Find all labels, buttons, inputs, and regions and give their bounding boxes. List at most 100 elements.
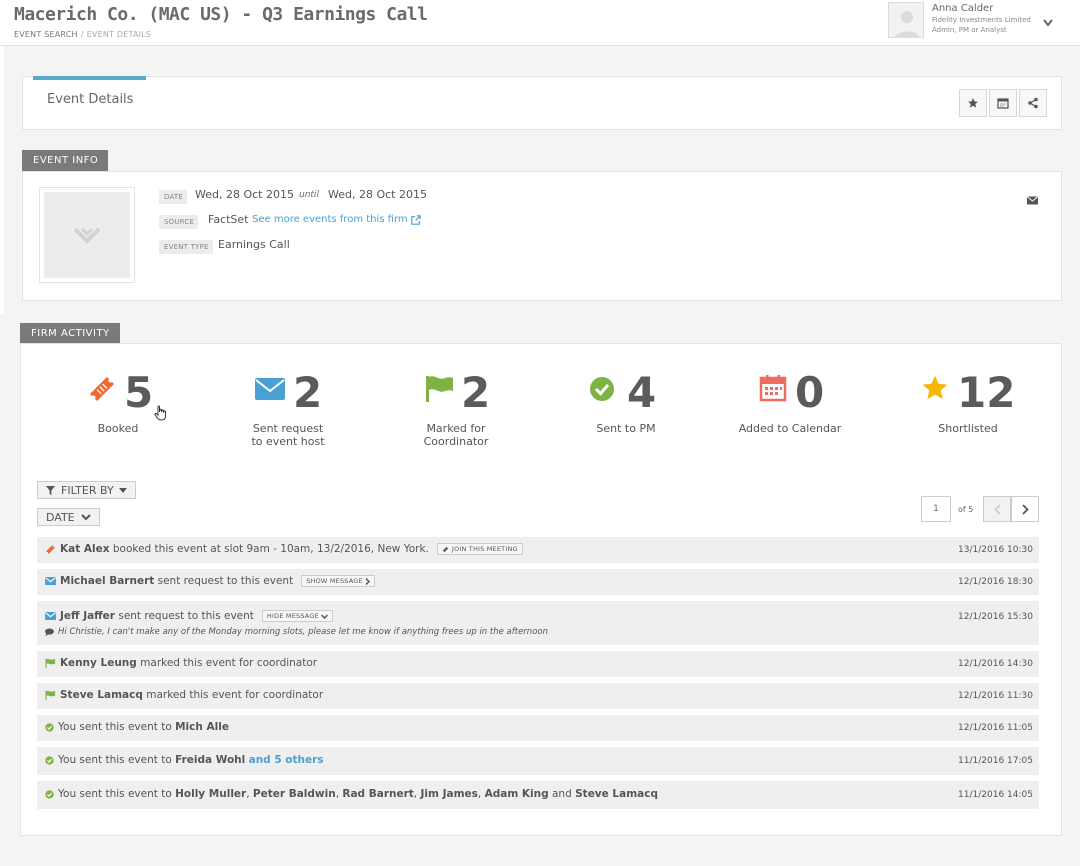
event-date-start: Wed, 28 Oct 2015 <box>195 188 294 201</box>
stat-shortlisted[interactable]: 12 Shortlisted <box>893 368 1043 452</box>
breadcrumb-current: EVENT DETAILS <box>86 30 152 39</box>
user-org: Fidelity Investments Limited <box>932 16 1031 24</box>
envelope-icon <box>45 612 56 620</box>
date-label: DATE <box>159 190 188 204</box>
chevron-down-icon <box>80 513 91 520</box>
flag-icon <box>45 690 56 700</box>
share-button[interactable] <box>1019 89 1047 117</box>
star-icon <box>921 374 949 406</box>
activity-user-name[interactable]: Jim James <box>420 788 477 800</box>
share-icon <box>1028 97 1038 109</box>
activity-user-name[interactable]: Jeff Jaffer <box>60 610 115 622</box>
top-bar: Macerich Co. (MAC US) - Q3 Earnings Call… <box>0 0 1080 46</box>
activity-user-name[interactable]: Steve Lamacq <box>575 788 658 800</box>
activity-timestamp: 11/1/2016 14:05 <box>958 790 1033 800</box>
hide-message-button[interactable]: HIDE MESSAGE <box>261 610 333 622</box>
shortlist-button[interactable] <box>959 89 987 117</box>
left-gutter <box>0 46 4 314</box>
activity-message: Hi Christie, I can't make any of the Mon… <box>45 627 548 637</box>
stat-shortlisted-value: 12 <box>957 368 1016 417</box>
activity-user-name[interactable]: Kat Alex <box>60 543 110 555</box>
activity-user-name[interactable]: Michael Barnert <box>60 575 154 587</box>
check-circle-icon <box>45 789 54 799</box>
hide-message-label: HIDE MESSAGE <box>266 612 319 620</box>
activity-timestamp: 11/1/2016 17:05 <box>958 756 1033 766</box>
breadcrumb-event-search[interactable]: EVENT SEARCH <box>14 30 78 39</box>
activity-text: You sent this event to <box>58 754 172 766</box>
activity-text: sent request to this event <box>118 610 254 622</box>
activity-row: Michael Barnert sent request to this eve… <box>37 569 1039 595</box>
filter-by-label: FILTER BY <box>61 483 114 497</box>
user-menu[interactable]: Anna Calder Fidelity Investments Limited… <box>888 2 1068 38</box>
activity-user-name[interactable]: Peter Baldwin <box>253 788 336 800</box>
comment-icon <box>45 628 54 636</box>
breadcrumb-separator: / <box>80 30 84 39</box>
calendar-icon <box>997 98 1009 109</box>
join-meeting-label: JOIN THIS MEETING <box>451 545 518 553</box>
activity-row: You sent this event to Freida Wohl and 5… <box>37 747 1039 775</box>
stat-shortlisted-label: Shortlisted <box>938 422 998 435</box>
page-number-input[interactable]: 1 <box>921 496 951 522</box>
activity-user-name[interactable]: Adam King <box>485 788 549 800</box>
activity-and-text: and <box>552 788 572 800</box>
activity-user-name[interactable]: Steve Lamacq <box>60 689 143 701</box>
activity-row: You sent this event to Mich Alle 12/1/20… <box>37 715 1039 741</box>
activity-timestamp: 12/1/2016 11:30 <box>958 691 1033 701</box>
activity-row: Kenny Leung marked this event for coordi… <box>37 651 1039 677</box>
ticket-icon <box>442 546 449 552</box>
and-others-link[interactable]: and 5 others <box>249 754 324 766</box>
previous-page-button[interactable] <box>983 496 1011 522</box>
caret-down-icon <box>118 487 127 493</box>
add-to-calendar-button[interactable] <box>989 89 1017 117</box>
activity-user-name[interactable]: Holly Muller <box>175 788 246 800</box>
join-meeting-button[interactable]: JOIN THIS MEETING <box>436 543 523 555</box>
user-role: Admin, PM or Analyst <box>932 26 1007 34</box>
more-events-link[interactable]: See more events from this firm <box>252 214 421 225</box>
activity-row: Jeff Jaffer sent request to this event H… <box>37 601 1039 645</box>
activity-timestamp: 12/1/2016 14:30 <box>958 659 1033 669</box>
stat-sent-to-pm[interactable]: 4 Sent to PM <box>551 368 701 452</box>
filter-by-button[interactable]: FILTER BY <box>37 481 136 499</box>
activity-message-text: Hi Christie, I can't make any of the Mon… <box>58 627 548 637</box>
flag-icon <box>45 658 56 668</box>
stat-booked-label: Booked <box>97 422 139 435</box>
email-icon[interactable] <box>1026 190 1039 209</box>
show-message-button[interactable]: SHOW MESSAGE <box>301 575 375 587</box>
logo-placeholder-icon <box>73 227 101 244</box>
firm-activity-section-label: FIRM ACTIVITY <box>20 323 120 344</box>
stat-added-to-calendar-label: Added to Calendar <box>738 422 842 435</box>
external-link-icon <box>410 214 421 225</box>
event-details-panel: Event Details <box>22 76 1062 130</box>
chevron-down-icon[interactable] <box>1043 12 1053 31</box>
mouse-pointer-icon <box>154 405 168 425</box>
user-silhouette-icon <box>894 11 920 37</box>
stat-sent-request[interactable]: 2 Sent request to event host <box>213 368 363 452</box>
activity-timestamp: 13/1/2016 10:30 <box>958 545 1033 555</box>
main-content: Event Details EVENT INFO DATE Wed, 28 Oc… <box>20 46 1062 836</box>
chevron-right-icon <box>1021 503 1029 515</box>
event-type-label: EVENT TYPE <box>159 240 213 254</box>
stat-added-to-calendar-value: 0 <box>795 368 825 417</box>
next-page-button[interactable] <box>1011 496 1039 522</box>
activity-user-name[interactable]: Mich Alle <box>175 721 229 733</box>
envelope-icon <box>45 577 56 585</box>
sort-date-button[interactable]: DATE <box>37 508 100 526</box>
activity-user-name[interactable]: Rad Barnert <box>342 788 413 800</box>
activity-user-name[interactable]: Freida Wohl <box>175 754 245 766</box>
avatar <box>888 2 924 38</box>
sort-date-label: DATE <box>46 510 75 524</box>
until-label: until <box>299 190 319 200</box>
activity-user-name[interactable]: Kenny Leung <box>60 657 137 669</box>
firm-activity-panel: 5 Booked 2 Sent request to event host 2 M… <box>20 343 1062 836</box>
chevron-left-icon <box>993 503 1001 515</box>
event-source: FactSet <box>208 213 249 226</box>
firm-logo-placeholder <box>39 187 135 283</box>
event-details-title[interactable]: Event Details <box>47 92 133 107</box>
stat-sent-request-label-line2: to event host <box>251 435 325 448</box>
stat-marked-coordinator[interactable]: 2 Marked for Coordinator <box>381 368 531 452</box>
ticket-icon <box>46 544 55 554</box>
stat-booked[interactable]: 5 Booked <box>43 368 193 452</box>
stat-added-to-calendar[interactable]: 0 Added to Calendar <box>715 368 865 452</box>
filter-icon <box>46 485 55 495</box>
user-name: Anna Calder <box>932 3 994 14</box>
